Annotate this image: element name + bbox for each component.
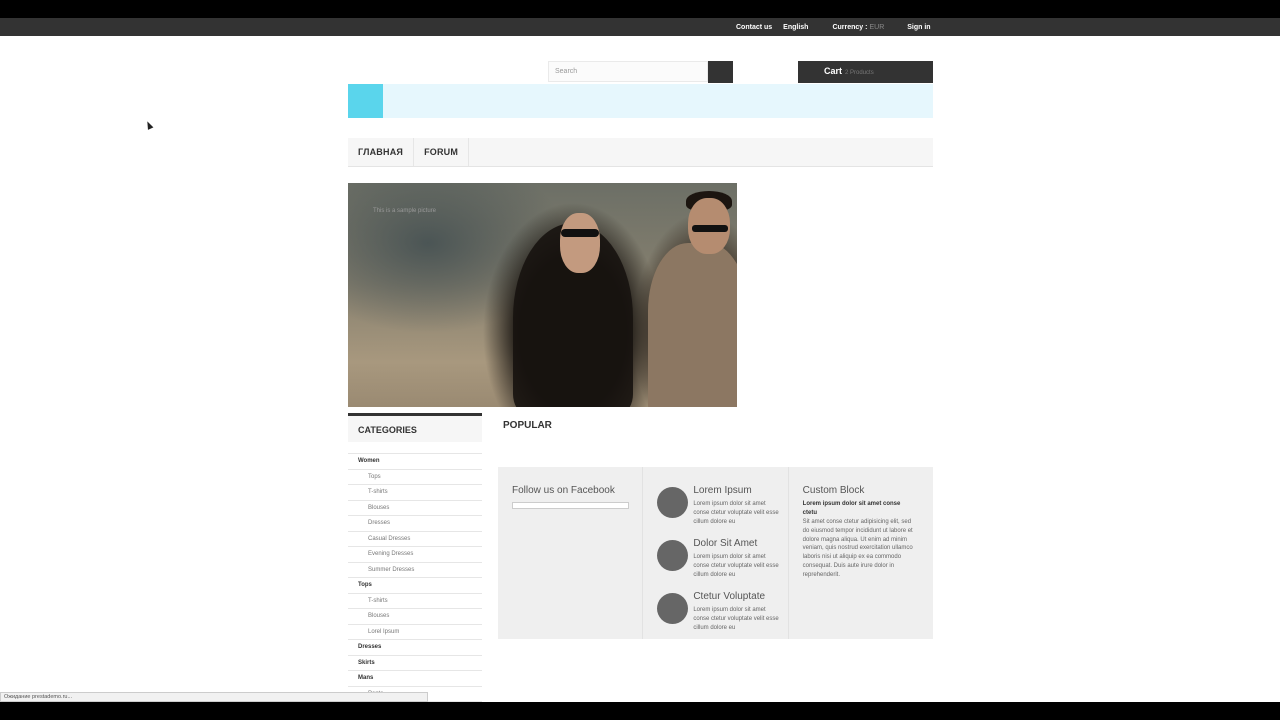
page-body: Search Cart 2 Products ГЛАВНАЯ FORUM This… (0, 36, 1280, 702)
feature-title: Dolor Sit Amet (693, 538, 758, 549)
facebook-title: Follow us on Facebook (512, 485, 615, 496)
feature-title: Lorem Ipsum (693, 485, 752, 496)
feature-item: Lorem Ipsum Lorem ipsum dolor sit amet c… (657, 485, 787, 535)
feature-item: Dolor Sit Amet Lorem ipsum dolor sit ame… (657, 538, 787, 588)
mouse-cursor-icon (144, 120, 154, 130)
feature-circle-icon (657, 593, 689, 624)
category-item[interactable]: Mans (348, 671, 482, 687)
hero-figure-woman-face (560, 213, 600, 273)
cart-count: 2 Products (845, 70, 874, 76)
currency-label: Currency : (832, 23, 868, 31)
category-item[interactable]: Skirts (348, 656, 482, 671)
search-button[interactable] (708, 61, 733, 83)
menu-item-home[interactable]: ГЛАВНАЯ (348, 138, 415, 166)
bottom-black-bar (0, 702, 1280, 720)
custom-block-title: Custom Block (802, 485, 865, 496)
top-nav-links: Contact us English Currency : EUR Sign in (736, 18, 931, 36)
search-input[interactable]: Search (548, 61, 708, 82)
menu-item-forum[interactable]: FORUM (414, 138, 470, 166)
hero-figure-man-glasses (692, 225, 728, 232)
feature-title: Ctetur Voluptate (693, 591, 766, 602)
facebook-widget[interactable] (512, 502, 629, 509)
category-item[interactable]: Women (348, 454, 482, 470)
subcategory-item[interactable]: Dresses (348, 516, 482, 532)
feature-circle-icon (657, 540, 689, 571)
subcategory-item[interactable]: Casual Dresses (348, 532, 482, 547)
subcategory-item[interactable]: Evening Dresses (348, 547, 482, 563)
top-navbar: Contact us English Currency : EUR Sign in (0, 18, 1280, 36)
subcategory-item[interactable]: Blouses (348, 501, 482, 516)
feature-text: Lorem ipsum dolor sit amet conse ctetur … (693, 607, 779, 631)
main-menu: ГЛАВНАЯ FORUM (348, 138, 933, 167)
category-item[interactable]: Dresses (348, 640, 482, 656)
categories-title: CATEGORIES (348, 413, 482, 442)
feature-text: Lorem ipsum dolor sit amet conse ctetur … (693, 501, 779, 525)
features-column: Lorem Ipsum Lorem ipsum dolor sit amet c… (643, 467, 789, 641)
browser-status-bar: Ожидание prestademo.ru... (0, 692, 428, 702)
cart-label: Cart (824, 66, 843, 76)
custom-block-text: Sit amet conse ctetur adipisicing elit, … (802, 519, 913, 578)
currency-value: EUR (869, 23, 885, 31)
subcategory-item[interactable]: T-shirts (348, 485, 482, 501)
hero-slider-image[interactable]: This is a sample picture (348, 183, 737, 407)
subcategory-item[interactable]: Lorel Ipsum (348, 625, 482, 640)
category-item[interactable]: Tops (348, 578, 482, 594)
custom-block-column: Custom Block Lorem ipsum dolor sit amet … (789, 467, 933, 639)
subcategory-item[interactable]: T-shirts (348, 594, 482, 609)
header-banner (348, 84, 933, 118)
hero-figure-man (648, 243, 737, 407)
subcategory-item[interactable]: Blouses (348, 609, 482, 625)
sign-in-link[interactable]: Sign in (907, 24, 930, 31)
footer-info-block: Follow us on Facebook Lorem Ipsum Lorem … (498, 467, 933, 639)
cart-button[interactable]: Cart 2 Products (798, 61, 933, 83)
custom-block-subtitle: Lorem ipsum dolor sit amet conse ctetu (802, 501, 901, 516)
contact-us-link[interactable]: Contact us (736, 24, 772, 31)
popular-title[interactable]: POPULAR (503, 420, 552, 431)
feature-item: Ctetur Voluptate Lorem ipsum dolor sit a… (657, 591, 787, 641)
hero-caption: This is a sample picture (373, 208, 437, 214)
subcategory-item[interactable]: Summer Dresses (348, 563, 482, 578)
top-black-bar (0, 0, 1280, 18)
subcategory-item[interactable]: Tops (348, 470, 482, 485)
hero-figure-woman-glasses (561, 229, 599, 237)
language-selector[interactable]: English (783, 24, 808, 31)
site-logo[interactable] (348, 84, 383, 118)
currency-selector[interactable]: Currency : EUR (832, 24, 884, 31)
facebook-column: Follow us on Facebook (498, 467, 644, 639)
categories-list: Women Tops T-shirts Blouses Dresses Casual Dr… (348, 453, 482, 702)
feature-circle-icon (657, 487, 689, 518)
feature-text: Lorem ipsum dolor sit amet conse ctetur … (693, 554, 779, 578)
